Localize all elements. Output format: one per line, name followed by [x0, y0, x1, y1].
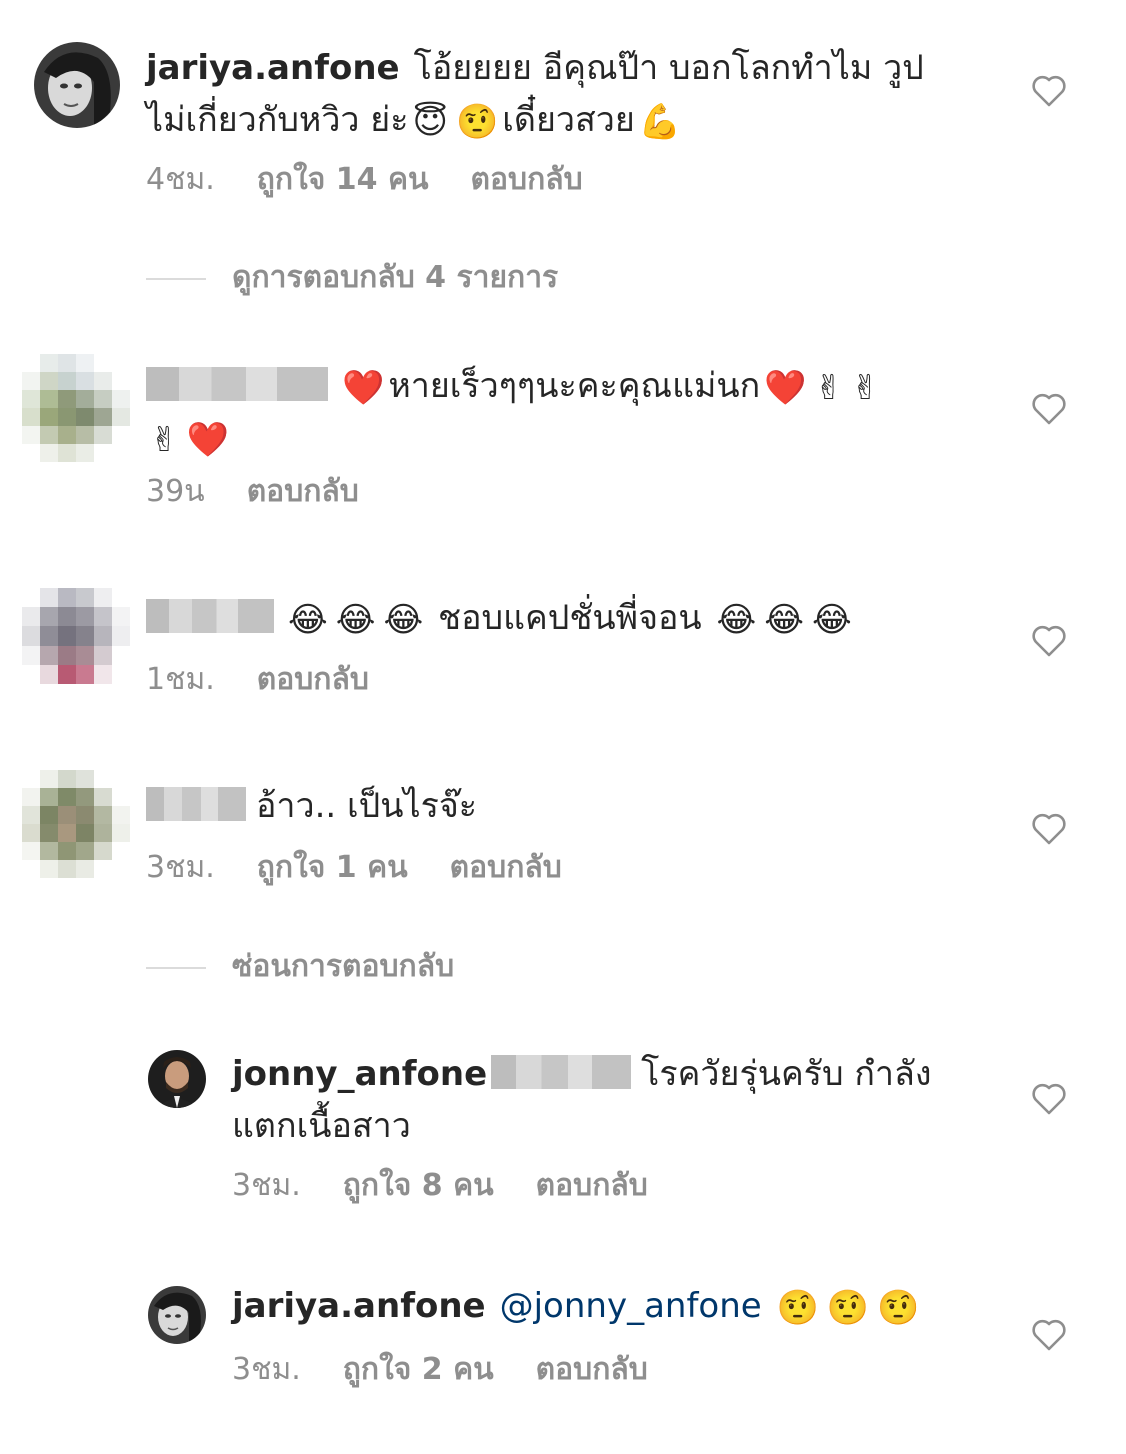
red-heart-emoji: ❤️	[764, 368, 807, 408]
timestamp: 1ชม.	[146, 662, 215, 697]
avatar-photo	[148, 1050, 206, 1108]
laughing-emoji: 😂	[811, 600, 852, 640]
comment-body: โอ้ยยยย อีคุณป๊า บอกโลกทำไม วูป	[413, 48, 924, 88]
comment-line-1: อ้าว.. เป็นไรจ๊ะ	[146, 780, 1006, 832]
comment-text: ❤️ หายเร็วๆๆนะคะคุณแม่นก ❤️ ✌ ✌ ✌ ❤️	[146, 360, 1006, 464]
halo-emoji: 😇	[412, 102, 448, 142]
blurred-username[interactable]	[146, 367, 328, 401]
heart-outline-icon[interactable]	[1031, 392, 1067, 426]
blurred-mention[interactable]	[491, 1055, 632, 1089]
reply-line-1: jariya.anfone @jonny_anfone 🤨 🤨 🤨	[232, 1280, 1012, 1332]
reply-body: โรควัยรุ่นครับ กำลัง	[641, 1054, 932, 1094]
avatar-blurred[interactable]	[22, 588, 130, 684]
comment-meta: 39น ตอบกลับ	[146, 472, 401, 512]
reply-line-2: แตกเนื้อสาว	[232, 1100, 1012, 1152]
reply-text: jariya.anfone @jonny_anfone 🤨 🤨 🤨	[232, 1280, 1012, 1332]
mention-link[interactable]: @jonny_anfone	[500, 1286, 762, 1326]
likes-count[interactable]: ถูกใจ 1 คน	[257, 850, 408, 885]
comment-text: jariya.anfone โอ้ยยยย อีคุณป๊า บอกโลกทำไม…	[146, 42, 1006, 146]
blurred-username[interactable]	[146, 787, 246, 821]
comment-meta: 3ชม. ถูกใจ 1 คน ตอบกลับ	[146, 848, 604, 888]
divider-line	[146, 278, 206, 280]
laughing-emoji: 😂	[716, 600, 757, 640]
comment-body-3: เดี๋ยวสวย	[502, 100, 635, 140]
comment-body: อ้าว.. เป็นไรจ๊ะ	[256, 786, 478, 826]
raised-eyebrow-emoji: 🤨	[455, 102, 499, 142]
victory-hand-emoji: ✌	[150, 420, 179, 460]
reply-button[interactable]: ตอบกลับ	[471, 162, 583, 197]
reply-line-1: jonny_anfone โรควัยรุ่นครับ กำลัง	[232, 1048, 1012, 1100]
avatar[interactable]	[34, 42, 120, 128]
timestamp: 3ชม.	[232, 1168, 301, 1203]
laughing-emoji: 😂	[764, 600, 804, 640]
likes-count[interactable]: ถูกใจ 14 คน	[257, 162, 429, 197]
divider-line	[146, 967, 206, 969]
muscle-emoji: 💪	[638, 102, 682, 142]
avatar[interactable]	[148, 1050, 206, 1108]
reply-button[interactable]: ตอบกลับ	[450, 850, 562, 885]
victory-hand-emoji: ✌	[814, 368, 844, 408]
username[interactable]: jonny_anfone	[232, 1054, 487, 1094]
red-heart-emoji: ❤️	[342, 368, 385, 408]
raised-eyebrow-emoji: 🤨	[776, 1288, 819, 1328]
laughing-emoji: 😂	[288, 600, 328, 640]
comment-body: หายเร็วๆๆนะคะคุณแม่นก	[388, 366, 761, 406]
comment-line-2: ✌ ❤️	[146, 412, 1006, 464]
timestamp: 3ชม.	[146, 850, 215, 885]
avatar-photo	[34, 42, 120, 128]
hide-replies-button[interactable]: ซ่อนการตอบกลับ	[232, 947, 454, 987]
reply-meta: 3ชม. ถูกใจ 8 คน ตอบกลับ	[232, 1166, 690, 1206]
laughing-emoji: 😂	[383, 600, 424, 640]
timestamp: 3ชม.	[232, 1352, 301, 1387]
reply-meta: 3ชม. ถูกใจ 2 คน ตอบกลับ	[232, 1350, 690, 1390]
comment-text: 😂 😂 😂 ชอบแคปชั่นพี่จอน 😂 😂 😂	[146, 592, 1006, 644]
reply-button[interactable]: ตอบกลับ	[257, 662, 369, 697]
raised-eyebrow-emoji: 🤨	[877, 1288, 920, 1328]
comment-body-2: ไม่เกี่ยวกับหวิว ย่ะ	[146, 100, 409, 140]
timestamp: 39น	[146, 474, 205, 509]
comment-line-1: 😂 😂 😂 ชอบแคปชั่นพี่จอน 😂 😂 😂	[146, 592, 1006, 644]
avatar-photo	[148, 1286, 206, 1344]
comment-meta: 1ชม. ตอบกลับ	[146, 660, 411, 700]
heart-outline-icon[interactable]	[1031, 624, 1067, 658]
view-replies-button[interactable]: ดูการตอบกลับ 4 รายการ	[232, 258, 558, 298]
avatar-blurred[interactable]	[22, 770, 130, 878]
likes-count[interactable]: ถูกใจ 8 คน	[343, 1168, 494, 1203]
comment-line-2: ไม่เกี่ยวกับหวิว ย่ะ 😇 🤨 เดี๋ยวสวย 💪	[146, 94, 1006, 146]
comment-meta: 4ชม. ถูกใจ 14 คน ตอบกลับ	[146, 160, 625, 200]
blurred-username[interactable]	[146, 599, 274, 633]
comment-text: อ้าว.. เป็นไรจ๊ะ	[146, 780, 1006, 832]
reply-body-2: แตกเนื้อสาว	[232, 1106, 411, 1146]
raised-eyebrow-emoji: 🤨	[826, 1288, 870, 1328]
reply-button[interactable]: ตอบกลับ	[536, 1168, 648, 1203]
heart-outline-icon[interactable]	[1031, 1318, 1067, 1352]
heart-outline-icon[interactable]	[1031, 812, 1067, 846]
red-heart-emoji: ❤️	[186, 420, 229, 460]
laughing-emoji: 😂	[335, 600, 376, 640]
avatar[interactable]	[148, 1286, 206, 1344]
heart-outline-icon[interactable]	[1031, 74, 1067, 108]
reply-text: jonny_anfone โรควัยรุ่นครับ กำลัง แตกเนื้…	[232, 1048, 1012, 1152]
username[interactable]: jariya.anfone	[146, 48, 400, 88]
comment-line-1: jariya.anfone โอ้ยยยย อีคุณป๊า บอกโลกทำไม…	[146, 42, 1006, 94]
victory-hand-emoji: ✌	[851, 368, 880, 408]
reply-button[interactable]: ตอบกลับ	[247, 474, 359, 509]
reply-button[interactable]: ตอบกลับ	[536, 1352, 648, 1387]
heart-outline-icon[interactable]	[1031, 1082, 1067, 1116]
comment-body: ชอบแคปชั่นพี่จอน	[438, 598, 702, 638]
timestamp: 4ชม.	[146, 162, 215, 197]
username[interactable]: jariya.anfone	[232, 1286, 486, 1326]
avatar-blurred[interactable]	[22, 354, 130, 462]
comment-line-1: ❤️ หายเร็วๆๆนะคะคุณแม่นก ❤️ ✌ ✌	[146, 360, 1006, 412]
likes-count[interactable]: ถูกใจ 2 คน	[343, 1352, 494, 1387]
